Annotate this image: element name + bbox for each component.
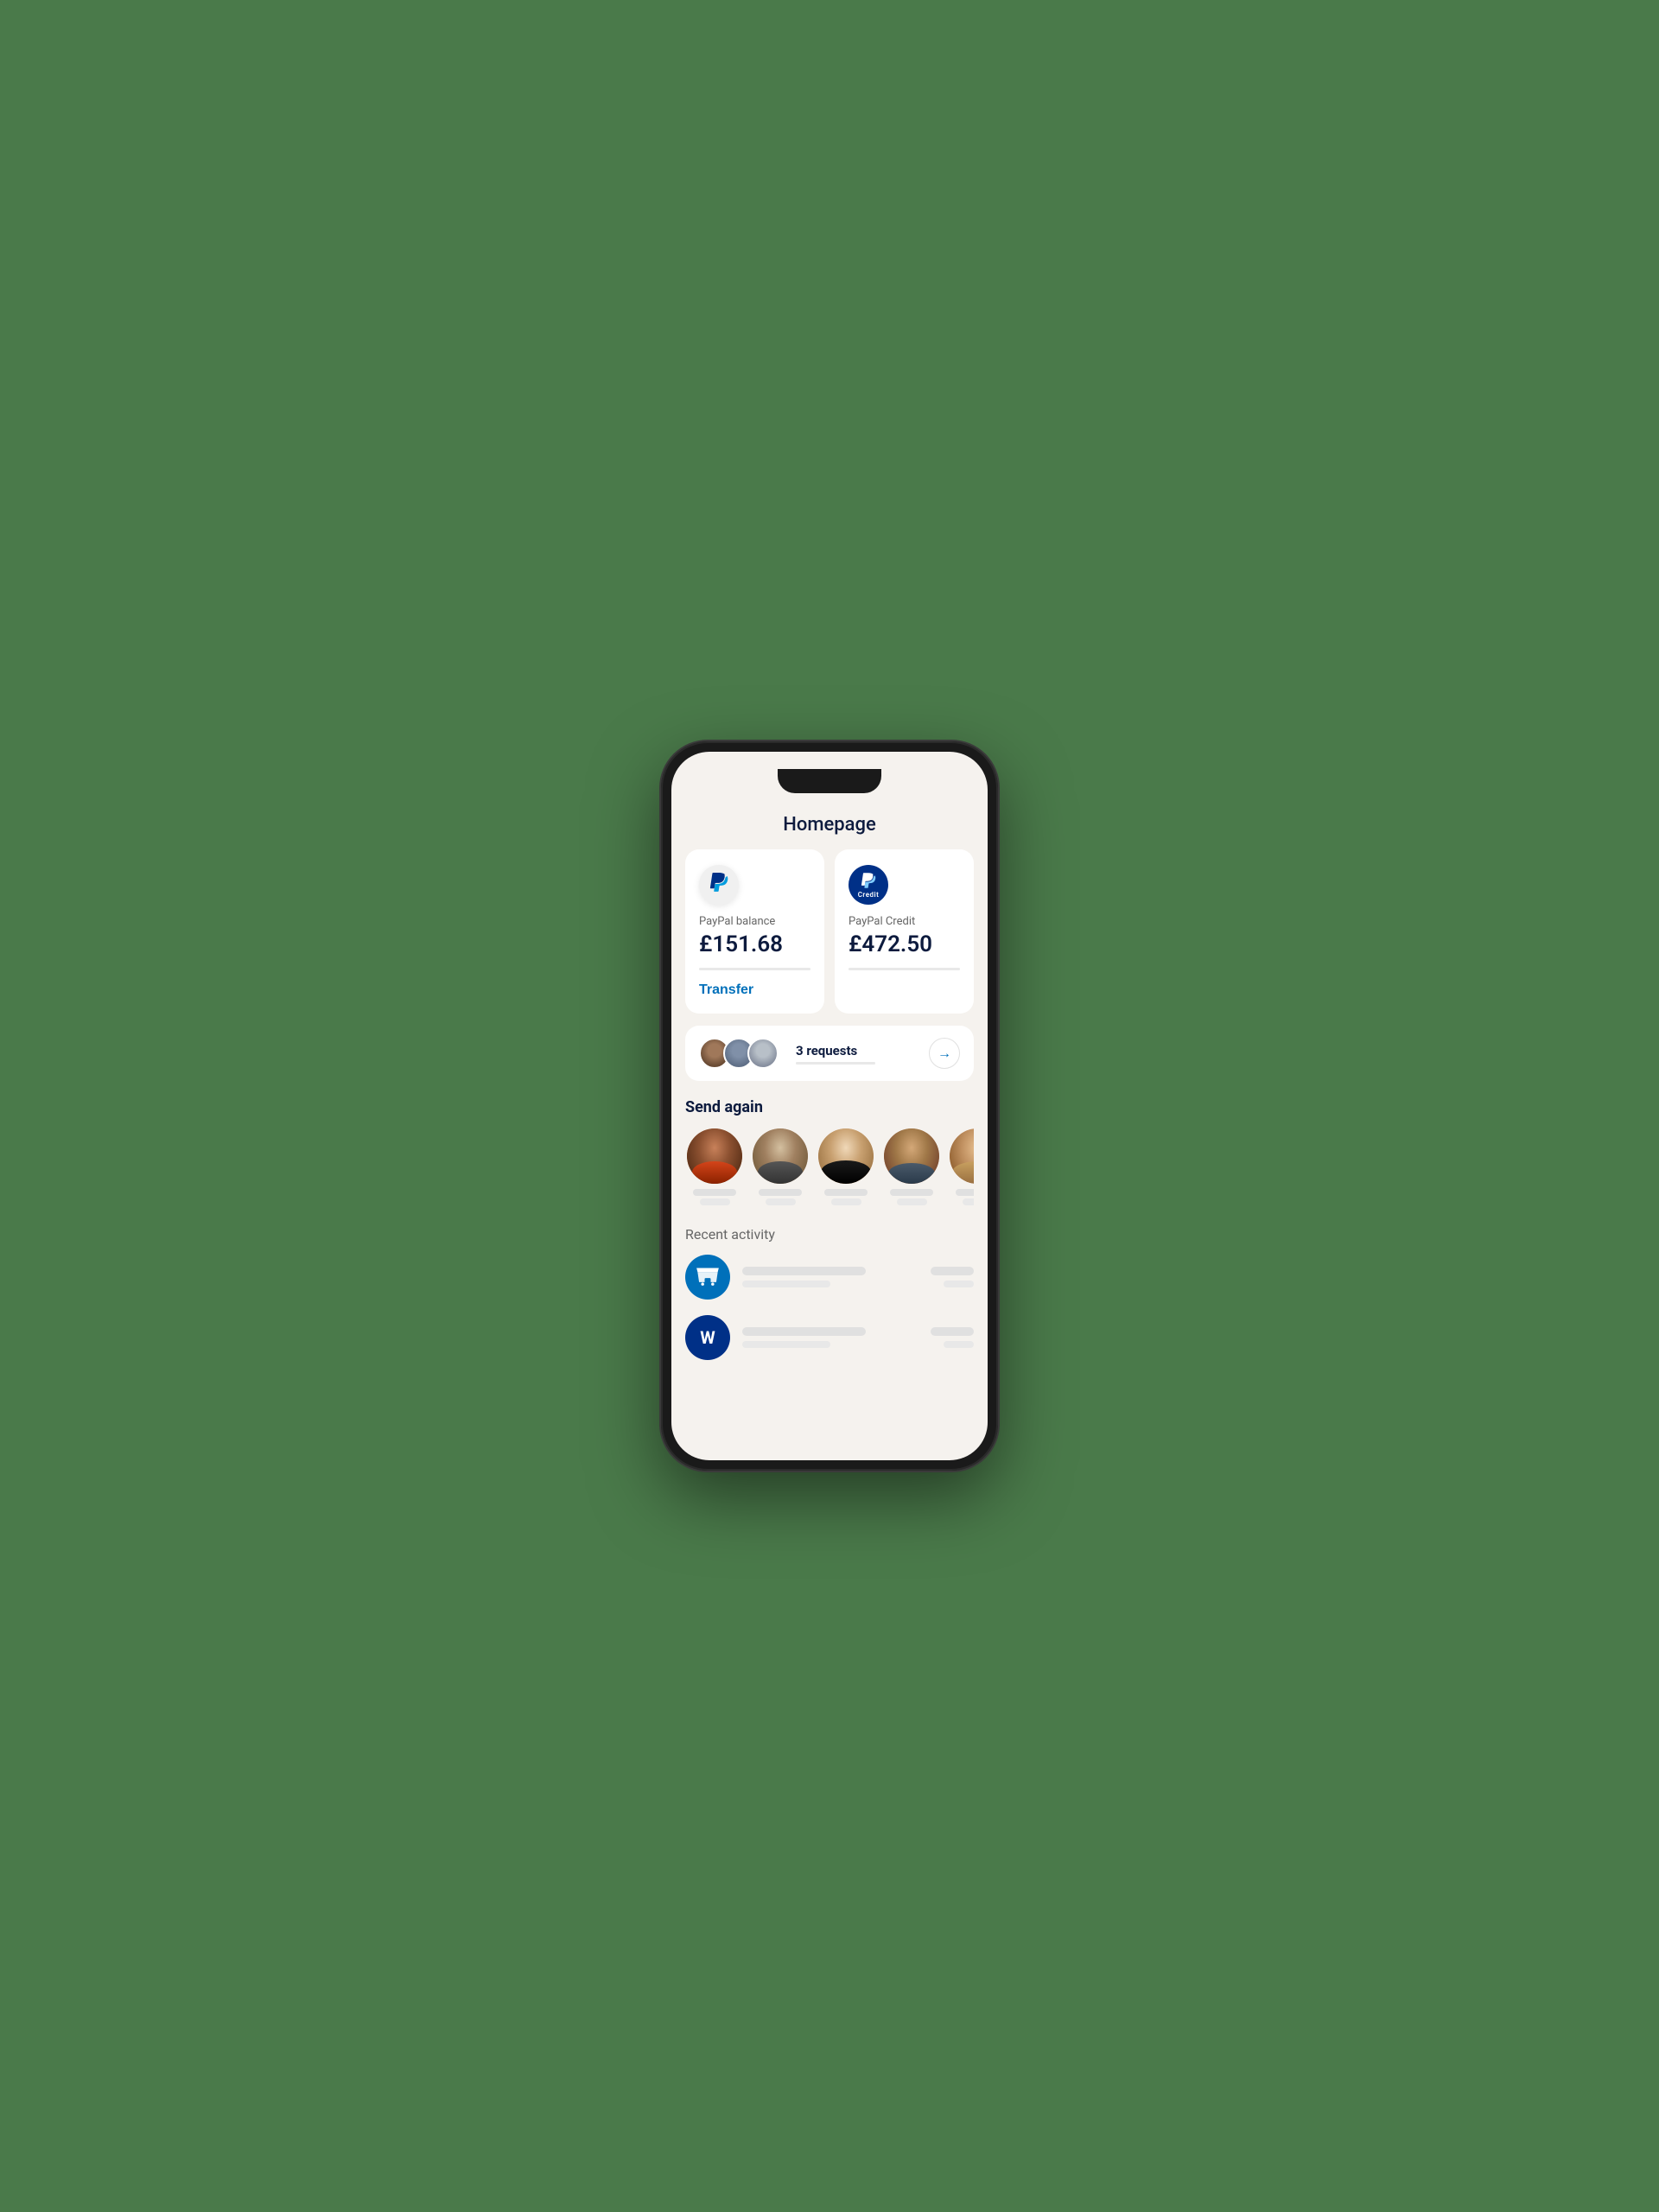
screen-content[interactable]: Homepage PayPal balance £1: [671, 752, 988, 1460]
activity-line1-2: [742, 1327, 866, 1336]
activity-w-icon: W: [685, 1315, 730, 1360]
requests-avatars: [699, 1038, 779, 1069]
paypal-credit-label: PayPal Credit: [849, 915, 960, 928]
contact-avatar-5: [950, 1128, 974, 1184]
contact-name-4: [890, 1189, 933, 1196]
arrow-right-icon: →: [938, 1045, 951, 1062]
contact-name-2: [759, 1189, 802, 1196]
balance-card-underline: [699, 968, 810, 970]
contact-name-3: [824, 1189, 868, 1196]
activity-line1-1: [742, 1267, 866, 1275]
contact-item-2[interactable]: [751, 1128, 810, 1205]
send-again-section: Send again: [685, 1098, 974, 1205]
send-again-title: Send again: [685, 1098, 974, 1116]
requests-text-col: 3 requests: [796, 1043, 929, 1065]
activity-amount-line-1: [931, 1267, 974, 1275]
activity-text-1: [742, 1267, 918, 1287]
credit-label: Credit: [858, 891, 880, 899]
credit-card-underline: [849, 968, 960, 970]
balance-cards-container: PayPal balance £151.68 Transfer Credit: [685, 849, 974, 1014]
contact-name-1: [693, 1189, 736, 1196]
activity-text-2: [742, 1327, 918, 1348]
contact-item-4[interactable]: [882, 1128, 941, 1205]
paypal-balance-icon: [699, 865, 739, 905]
contact-item-3[interactable]: [817, 1128, 875, 1205]
activity-item-2[interactable]: W: [685, 1315, 974, 1360]
requests-count-text: 3 requests: [796, 1043, 929, 1058]
paypal-p-logo: [709, 870, 728, 899]
requests-underline: [796, 1062, 875, 1065]
phone-screen: Homepage PayPal balance £1: [671, 752, 988, 1460]
send-again-contacts: [685, 1128, 974, 1205]
activity-line2-2: [742, 1341, 830, 1348]
contact-avatar-3: [818, 1128, 874, 1184]
notch: [778, 769, 881, 793]
activity-line2-1: [742, 1281, 830, 1287]
contact-avatar-4: [884, 1128, 939, 1184]
activity-amount-subline-2: [944, 1341, 974, 1348]
page-title: Homepage: [685, 814, 974, 836]
requests-arrow-button[interactable]: →: [929, 1038, 960, 1069]
status-bar: [685, 769, 974, 807]
activity-item-1[interactable]: [685, 1255, 974, 1300]
contact-subname-2: [766, 1198, 796, 1205]
requests-bar[interactable]: 3 requests →: [685, 1026, 974, 1081]
contact-avatar-1: [687, 1128, 742, 1184]
paypal-balance-card[interactable]: PayPal balance £151.68 Transfer: [685, 849, 824, 1014]
contact-subname-3: [831, 1198, 861, 1205]
paypal-credit-card[interactable]: Credit PayPal Credit £472.50: [835, 849, 974, 1014]
contact-subname-4: [897, 1198, 927, 1205]
activity-amount-1: [931, 1267, 974, 1287]
recent-activity-title: Recent activity: [685, 1226, 974, 1243]
paypal-credit-icon: Credit: [849, 865, 888, 905]
phone-frame: Homepage PayPal balance £1: [661, 741, 998, 1471]
contact-subname-5: [963, 1198, 975, 1205]
activity-amount-2: [931, 1327, 974, 1348]
contact-item-1[interactable]: [685, 1128, 744, 1205]
contact-name-5: [956, 1189, 974, 1196]
activity-store-icon: [685, 1255, 730, 1300]
paypal-balance-label: PayPal balance: [699, 915, 810, 928]
transfer-button[interactable]: Transfer: [699, 982, 753, 998]
activity-amount-subline-1: [944, 1281, 974, 1287]
activity-amount-line-2: [931, 1327, 974, 1336]
recent-activity-section: Recent activity: [685, 1226, 974, 1360]
activity-icon-letter: W: [700, 1327, 715, 1348]
paypal-credit-amount: £472.50: [849, 931, 960, 957]
contact-avatar-2: [753, 1128, 808, 1184]
contact-item-5[interactable]: [948, 1128, 974, 1205]
contact-subname-1: [700, 1198, 730, 1205]
request-avatar-3: [747, 1038, 779, 1069]
paypal-balance-amount: £151.68: [699, 931, 810, 957]
